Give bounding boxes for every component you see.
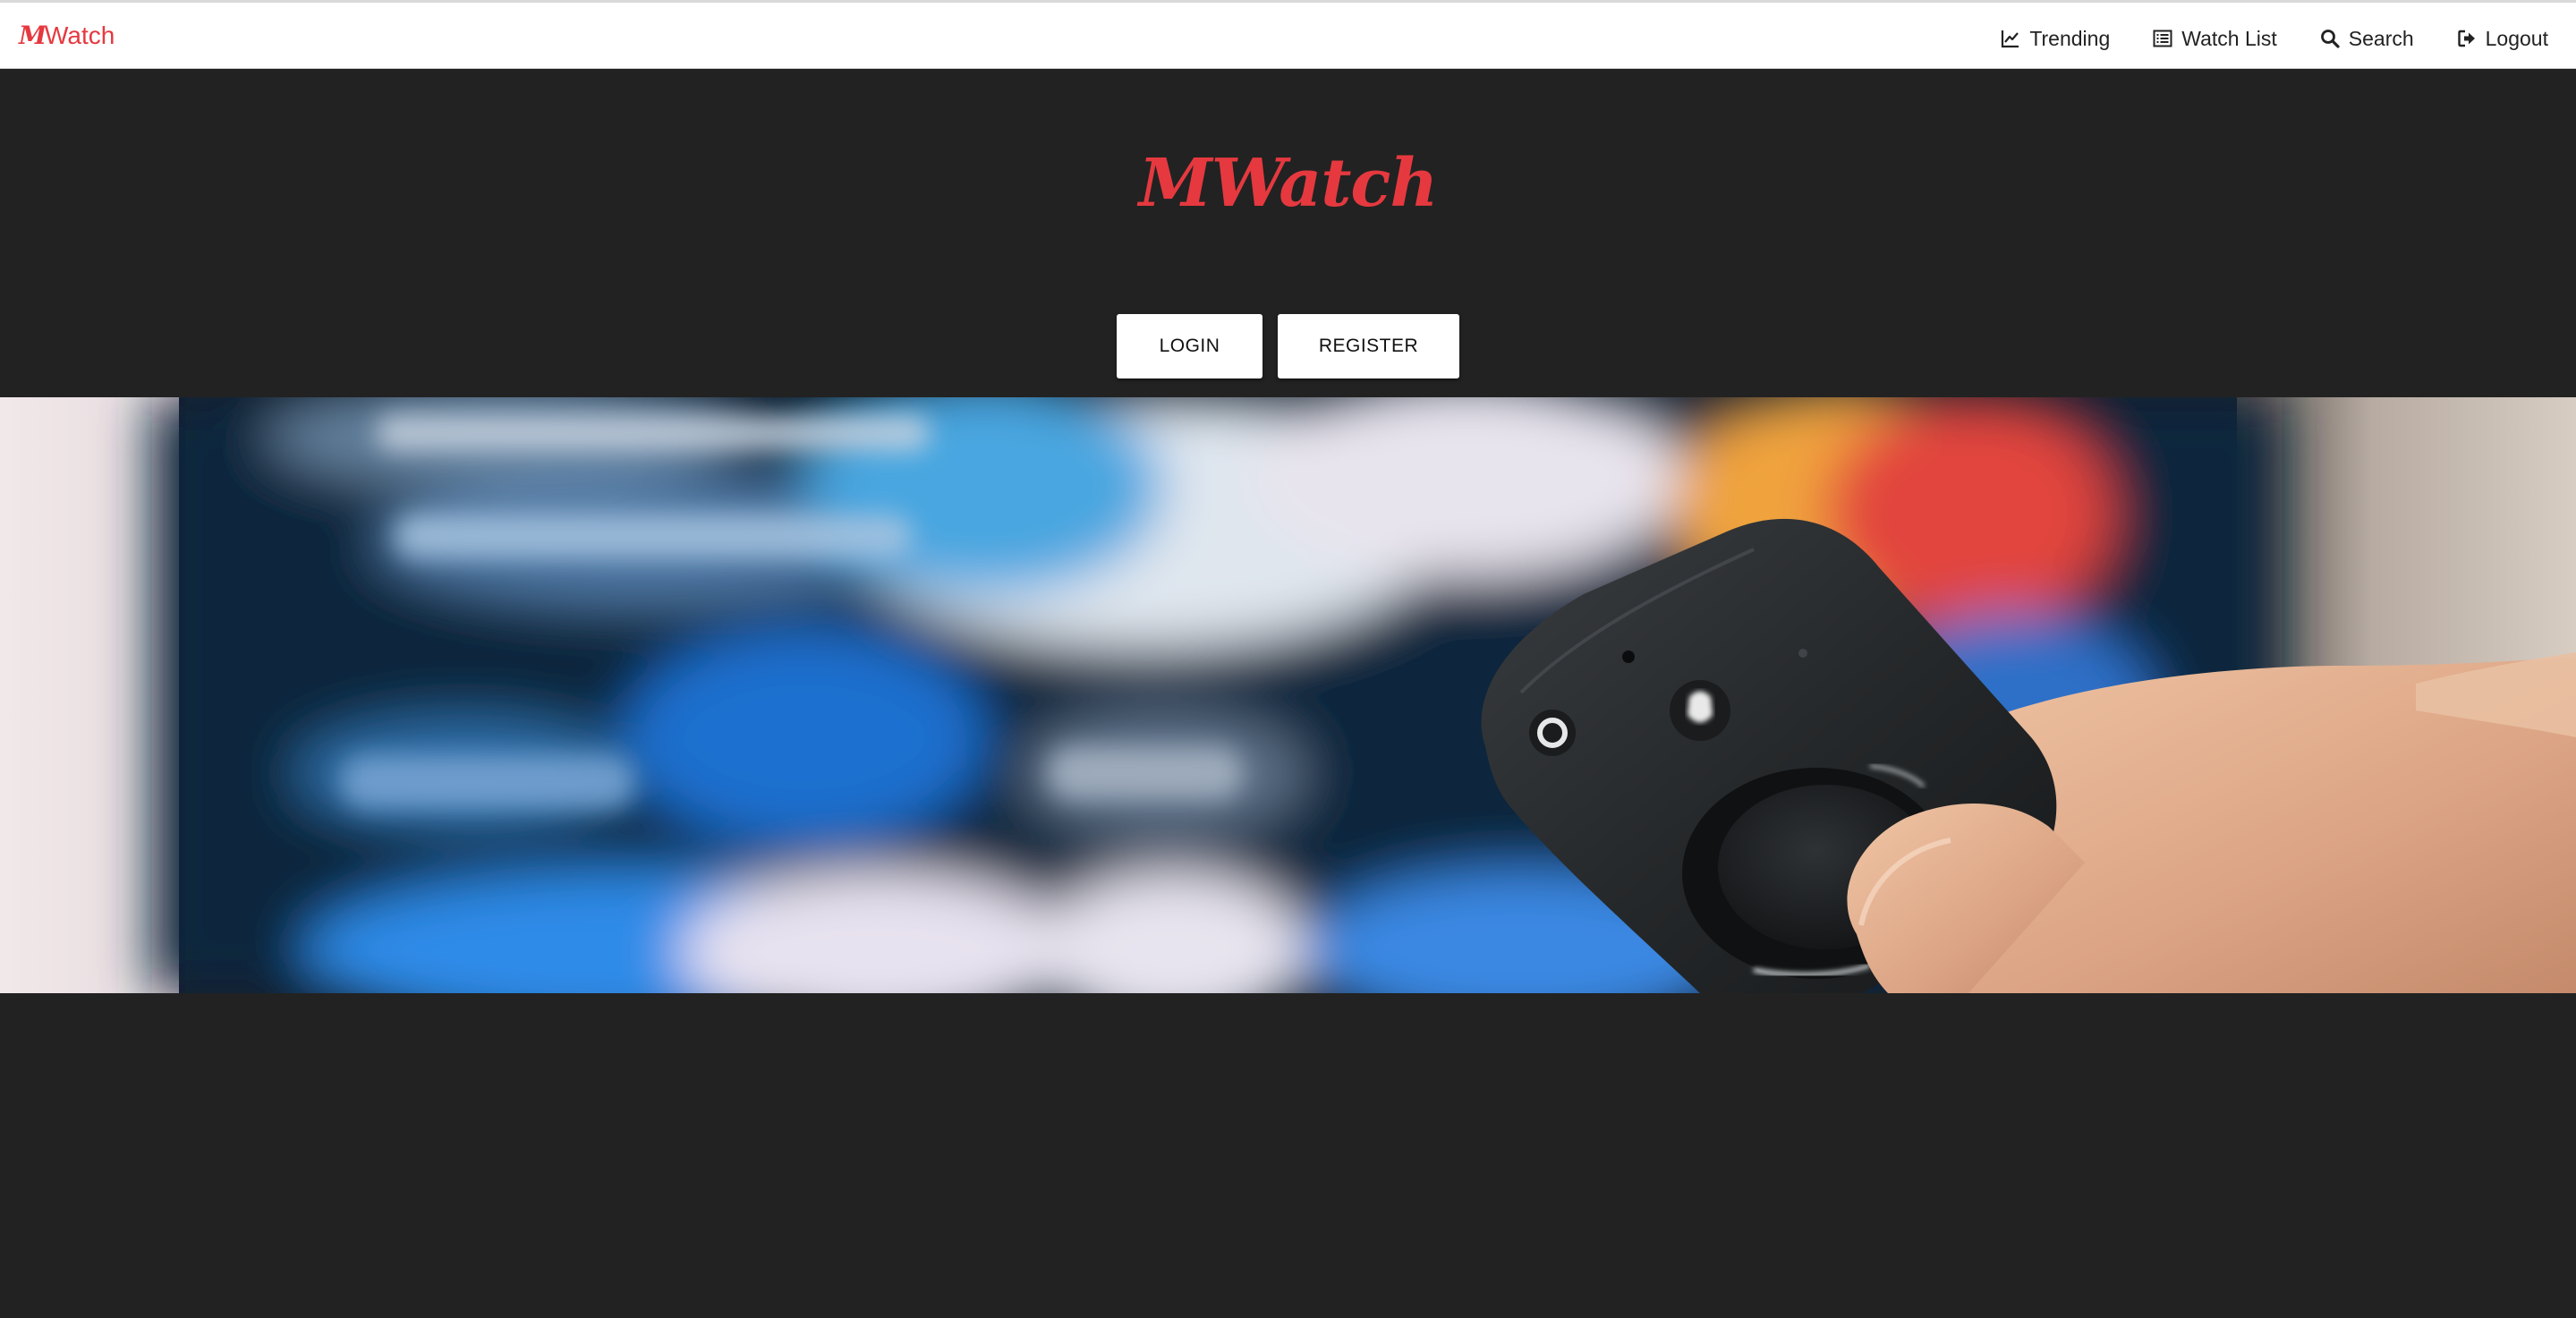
brand-logo-mark: M [19, 21, 47, 50]
hero-logo: MWatch [1138, 145, 1439, 222]
nav-item-trending-label: Trending [2029, 26, 2111, 50]
nav-item-watch-list-label: Watch List [2181, 26, 2277, 50]
nav-item-logout[interactable]: Logout [2457, 27, 2548, 51]
auth-buttons: LOGIN REGISTER [1117, 314, 1459, 378]
nav-menu: Trending Watch List Search Logout [1958, 23, 2548, 54]
banner-illustration [0, 397, 2576, 993]
list-icon [2153, 30, 2172, 47]
brand-logo-text: Watch [45, 21, 115, 49]
login-button[interactable]: LOGIN [1117, 314, 1262, 378]
hero-banner-image [0, 397, 2576, 993]
nav-item-watch-list[interactable]: Watch List [2153, 27, 2277, 51]
top-navbar: MWatch Trending Watch List Search Logout [0, 0, 2576, 69]
brand-logo-link[interactable]: MWatch [19, 21, 115, 51]
logout-icon [2457, 30, 2475, 47]
nav-item-search-label: Search [2348, 26, 2414, 50]
nav-item-trending[interactable]: Trending [2001, 27, 2110, 51]
line-chart-icon [2002, 30, 2019, 48]
nav-item-search[interactable]: Search [2320, 27, 2414, 51]
register-button[interactable]: REGISTER [1278, 314, 1459, 378]
nav-item-logout-label: Logout [2485, 26, 2548, 50]
search-icon [2320, 30, 2340, 48]
